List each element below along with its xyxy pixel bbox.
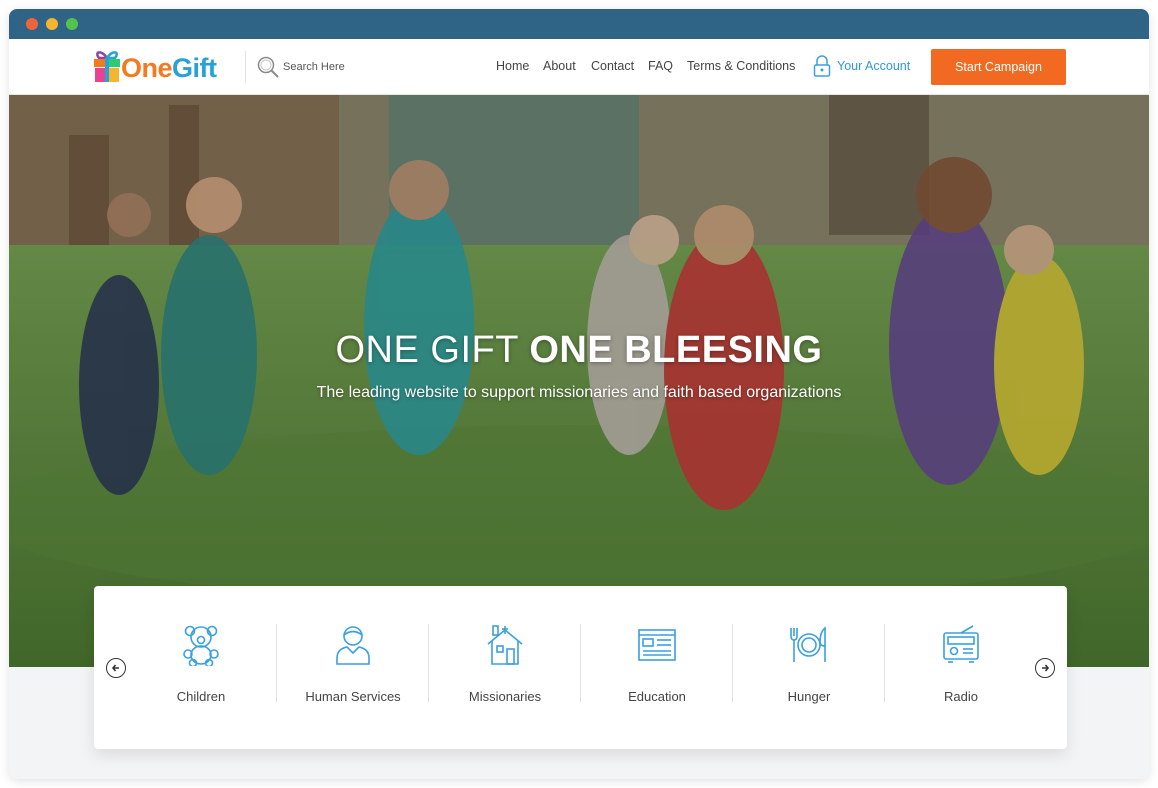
arrow-left-icon — [111, 664, 119, 672]
category-label: Children — [176, 689, 226, 704]
nav-link-faq[interactable]: FAQ — [648, 59, 673, 73]
nav-link-terms[interactable]: Terms & Conditions — [687, 59, 795, 73]
site-logo[interactable]: OneGift — [91, 44, 226, 90]
category-children[interactable]: Children — [125, 624, 277, 704]
carousel-prev-button[interactable] — [106, 658, 126, 678]
gift-box-icon — [94, 51, 120, 82]
close-window-button[interactable] — [26, 18, 38, 30]
window-titlebar — [9, 9, 1149, 39]
nav-link-home[interactable]: Home — [496, 59, 529, 73]
category-label: Missionaries — [468, 689, 542, 704]
hero-title: ONE GIFT ONE BLEESING — [9, 329, 1149, 372]
house-icon — [487, 625, 523, 665]
document-icon — [638, 629, 676, 661]
teddy-bear-icon — [183, 625, 219, 666]
start-campaign-button[interactable]: Start Campaign — [931, 49, 1066, 85]
your-account-link[interactable]: Your Account — [837, 59, 910, 73]
browser-window: OneGift Home About Contact FAQ Terms & C… — [9, 9, 1149, 779]
radio-icon — [943, 625, 979, 663]
hero-title-light: ONE GIFT — [335, 329, 519, 371]
search-input[interactable] — [283, 55, 433, 79]
search-icon[interactable] — [256, 55, 280, 79]
nav-link-about[interactable]: About — [543, 59, 576, 73]
hero-subtitle: The leading website to support missionar… — [316, 384, 842, 401]
category-label: Radio — [944, 689, 978, 704]
plate-cutlery-icon — [790, 626, 826, 662]
hero-banner: ONE GIFT ONE BLEESING The leading websit… — [9, 95, 1149, 667]
logo-text-secondary: Gift — [172, 53, 217, 83]
category-label: Human Services — [305, 689, 401, 704]
lock-icon — [813, 55, 831, 77]
category-human-services[interactable]: Human Services — [277, 624, 429, 704]
carousel-next-button[interactable] — [1035, 658, 1055, 678]
category-carousel: Children Human Services Missionaries Edu… — [94, 586, 1067, 749]
hero-title-bold: ONE BLEESING — [529, 329, 823, 371]
site-header: OneGift Home About Contact FAQ Terms & C… — [9, 39, 1149, 95]
arrow-right-icon — [1042, 664, 1050, 672]
header-divider — [245, 51, 246, 83]
category-radio[interactable]: Radio — [885, 624, 1037, 704]
category-education[interactable]: Education — [581, 624, 733, 704]
hero-overlay — [9, 95, 1149, 667]
category-label: Hunger — [787, 689, 831, 704]
nav-link-contact[interactable]: Contact — [591, 59, 634, 73]
category-label: Education — [628, 689, 686, 704]
category-hunger[interactable]: Hunger — [733, 624, 885, 704]
category-missionaries[interactable]: Missionaries — [429, 624, 581, 704]
logo-text: OneGift — [121, 53, 217, 84]
person-icon — [336, 626, 370, 665]
minimize-window-button[interactable] — [46, 18, 58, 30]
maximize-window-button[interactable] — [66, 18, 78, 30]
logo-text-primary: One — [121, 53, 173, 83]
